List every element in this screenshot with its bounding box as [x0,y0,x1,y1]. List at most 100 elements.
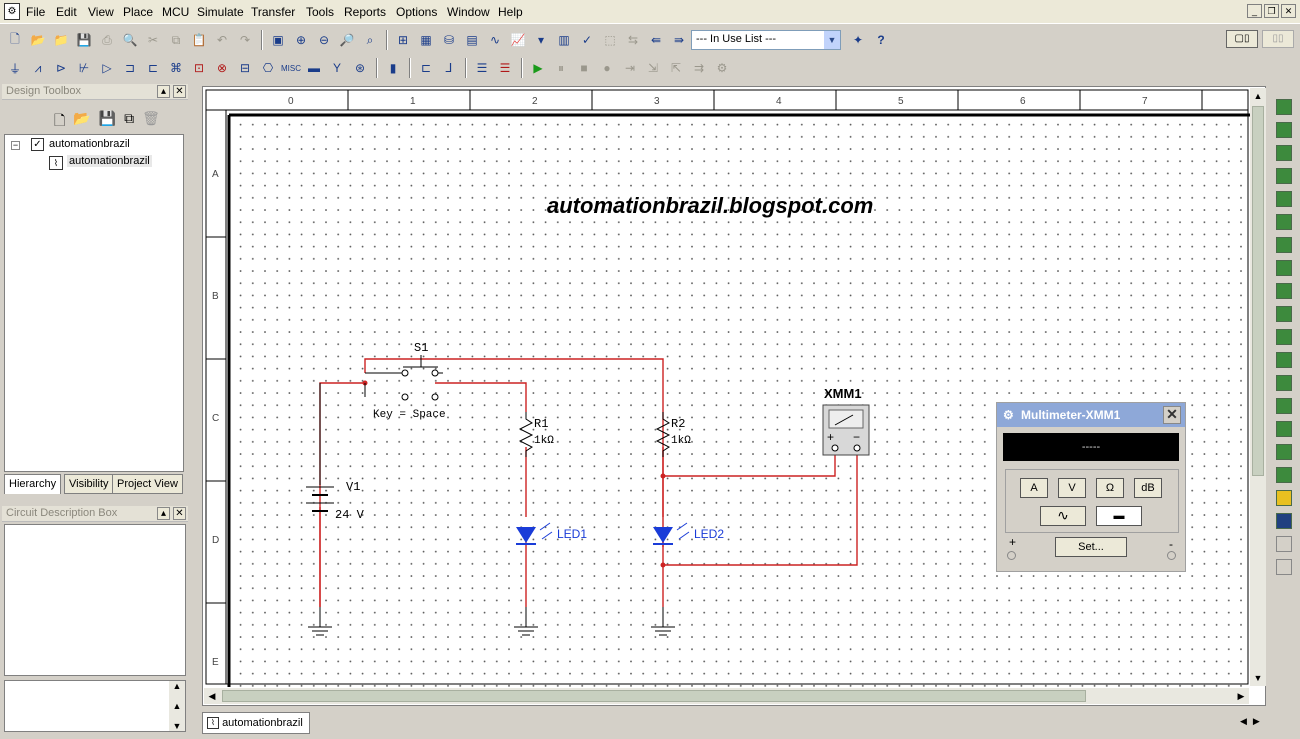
desc-scrollbar[interactable]: ▲ ▲ ▼ [169,681,185,731]
panel-collapse-icon[interactable]: ▴ [157,507,170,520]
circuit-description-scroll-area[interactable]: ▲ ▲ ▼ [4,680,186,732]
run-to-cursor-icon[interactable]: ⇉ [688,57,710,79]
dc-mode-button[interactable]: ▬ [1096,506,1142,526]
multimeter-instrument-icon[interactable] [1276,99,1292,115]
backannotate-icon[interactable]: ⇆ [622,29,644,51]
zoom-area-icon[interactable]: 🔎 [336,29,358,51]
menu-view[interactable]: View [88,5,114,19]
stop-icon[interactable]: ■ [573,57,595,79]
diode-icon[interactable]: ⊳ [50,57,72,79]
open-sheet-icon[interactable]: 📂 [73,110,90,134]
ohmmeter-button[interactable]: Ω [1096,478,1124,498]
advanced-peripherals-icon[interactable]: ▬ [303,57,325,79]
spectrum-analyzer-icon[interactable] [1276,375,1292,391]
copy-icon[interactable]: ⧉ [165,29,187,51]
run-icon[interactable]: ▶ [527,57,549,79]
four-channel-oscilloscope-icon[interactable] [1276,191,1292,207]
menu-help[interactable]: Help [498,5,523,19]
close-icon[interactable]: ✕ [1163,406,1181,424]
multimeter-title-bar[interactable]: ⚙ Multimeter-XMM1 ✕ [997,403,1185,427]
panel-collapse-icon[interactable]: ▴ [157,85,170,98]
indicator-icon[interactable]: ⊗ [211,57,233,79]
scroll-up-icon[interactable]: ▲ [1250,88,1266,104]
step-icon[interactable]: ⇥ [619,57,641,79]
minus-terminal-icon[interactable] [1167,551,1176,560]
electromechanical-icon[interactable]: ⊛ [349,57,371,79]
bus-entry-icon[interactable]: ☰ [494,57,516,79]
tree-item-root[interactable]: automationbrazil [49,138,130,150]
app-icon[interactable]: ⚙ [4,3,20,20]
area-select-icon[interactable]: ⬚ [599,29,621,51]
grapher-icon[interactable]: 📈 [507,29,529,51]
horizontal-scroll-thumb[interactable] [222,690,1086,702]
print-preview-icon[interactable]: 🔍 [119,29,141,51]
restore-icon[interactable]: ❐ [1264,4,1279,18]
misc-digital-icon[interactable]: ⌘ [165,57,187,79]
schematic-canvas[interactable]: 0 1 2 3 4 5 6 7 A B C D E automationbraz… [202,86,1266,706]
view-toggle-icon[interactable]: ▢▯ [1226,30,1258,48]
scroll-mid-icon[interactable]: ▲ [169,701,185,711]
transistor-icon[interactable]: ⊬ [73,57,95,79]
print-icon[interactable]: ⎙ [96,29,118,51]
menu-place[interactable]: Place [123,5,153,19]
delete-sheet-icon[interactable]: 🗑 [142,110,160,134]
in-use-list-select[interactable]: --- In Use List --- ▼ [691,30,841,50]
frequency-counter-icon[interactable] [1276,237,1292,253]
erc-icon[interactable]: ✓ [576,29,598,51]
step-out-icon[interactable]: ⇱ [665,57,687,79]
mcu-icon[interactable]: ▮ [382,57,404,79]
minimize-icon[interactable]: _ [1247,4,1262,18]
source-icon[interactable]: ⏚ [4,57,26,79]
scroll-up-icon[interactable]: ▲ [169,681,185,691]
logic-analyzer-icon[interactable] [1276,283,1292,299]
sheet-next-icon[interactable]: ▶ [1253,716,1260,732]
labview-icon[interactable] [1276,513,1292,529]
bode-plotter-icon[interactable] [1276,214,1292,230]
education-icon[interactable]: ✦ [847,29,869,51]
measurement-probe-icon[interactable] [1276,490,1292,506]
scroll-down-icon[interactable]: ▼ [169,721,185,731]
menu-tools[interactable]: Tools [306,5,334,19]
tab-visibility[interactable]: Visibility [64,474,114,494]
help-icon[interactable]: ? [870,29,892,51]
tab-hierarchy[interactable]: Hierarchy [4,474,62,494]
undo-icon[interactable]: ↶ [211,29,233,51]
paste-icon[interactable]: 📋 [188,29,210,51]
tree-item-child[interactable]: automationbrazil [67,155,152,167]
circuit-description-area[interactable] [4,524,186,676]
bom-icon[interactable]: ▥ [553,29,575,51]
zoom-in-icon[interactable]: ⊕ [290,29,312,51]
ac-mode-button[interactable]: ∿ [1040,506,1086,526]
menu-edit[interactable]: Edit [56,5,77,19]
pause-icon[interactable]: ⏸ [550,57,572,79]
agilent-multimeter-icon[interactable] [1276,444,1292,460]
scroll-down-icon[interactable]: ▼ [1250,670,1266,686]
menu-reports[interactable]: Reports [344,5,386,19]
transfer-back-icon[interactable]: ⇚ [645,29,667,51]
new-sheet-icon[interactable]: 🗋 [54,110,65,134]
database-icon[interactable]: ⛁ [438,29,460,51]
function-generator-icon[interactable] [1276,122,1292,138]
agilent-generator-icon[interactable] [1276,421,1292,437]
view-toggle-alt-icon[interactable]: ▯▯ [1262,30,1294,48]
zoom-fit-icon[interactable]: ⌕ [359,29,381,51]
network-analyzer-icon[interactable] [1276,398,1292,414]
rf-icon[interactable]: Y [326,57,348,79]
agilent-oscilloscope-icon[interactable] [1276,467,1292,483]
cmos-icon[interactable]: ⊏ [142,57,164,79]
menu-window[interactable]: Window [447,5,490,19]
analog-icon[interactable]: ▷ [96,57,118,79]
ammeter-button[interactable]: A [1020,478,1048,498]
wattmeter-icon[interactable] [1276,145,1292,161]
current-probe-icon[interactable] [1276,536,1292,552]
menu-options[interactable]: Options [396,5,437,19]
misc-label-icon[interactable]: MISC [280,57,302,79]
scroll-right-icon[interactable]: ▶ [1233,688,1249,704]
zoom-out-icon[interactable]: ⊖ [313,29,335,51]
horizontal-scrollbar[interactable]: ◀ ▶ [204,688,1249,704]
spreadsheet-icon[interactable]: ▦ [415,29,437,51]
iv-analyzer-icon[interactable] [1276,329,1292,345]
tree-collapse-icon[interactable]: − [11,141,20,150]
logic-converter-icon[interactable] [1276,306,1292,322]
redo-icon[interactable]: ↷ [234,29,256,51]
